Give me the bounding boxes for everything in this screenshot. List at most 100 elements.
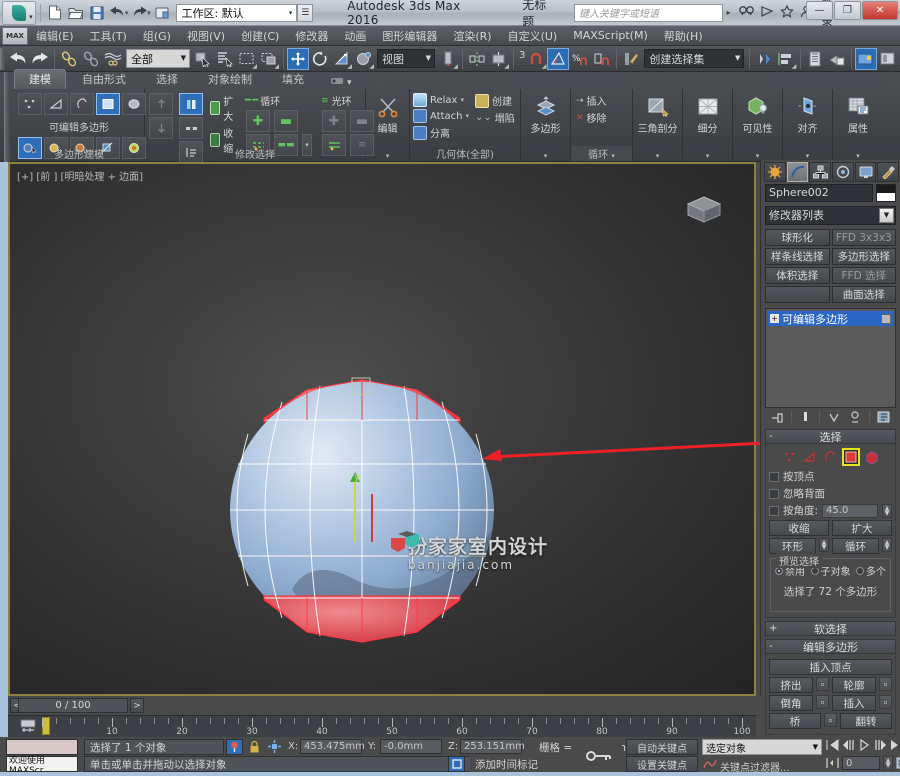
rollout-header-edit-polygons[interactable]: - 编辑多边形 <box>765 639 896 654</box>
subdivision-button[interactable]: 细分 <box>686 92 729 135</box>
select-object-icon[interactable] <box>192 48 214 70</box>
select-and-link-icon[interactable] <box>58 48 80 70</box>
by-angle-checkbox[interactable] <box>769 505 779 516</box>
ignore-backfacing-checkbox[interactable] <box>769 488 779 499</box>
bridge-button[interactable]: 桥 <box>769 713 821 729</box>
grow-loop-up-button[interactable] <box>149 93 173 115</box>
bevel-settings-button[interactable]: ▫ <box>816 695 829 709</box>
menu-item-views[interactable]: 视图(V) <box>179 26 233 46</box>
align-icon[interactable]: ◢ <box>488 48 510 70</box>
flip-button[interactable]: 翻转 <box>840 713 892 729</box>
viewcube-icon[interactable] <box>676 190 732 230</box>
close-button[interactable]: ✕ <box>862 1 898 20</box>
ring-expand-button[interactable]: ✚ <box>322 110 346 132</box>
outline-button[interactable]: 轮廓 <box>832 677 876 693</box>
modifier-ffd-select-button[interactable]: FFD 选择 <box>831 267 896 284</box>
percent-snap-toggle-icon[interactable]: % <box>569 48 591 70</box>
panel-title-loops[interactable]: 循环 ▾ <box>571 146 632 161</box>
current-frame-display[interactable]: 0 / 100 <box>18 698 128 713</box>
window-crossing-toggle-icon[interactable]: ◢ <box>258 48 280 70</box>
z-coord-field[interactable]: 253.151mm <box>460 739 525 754</box>
use-pivot-point-center-icon[interactable]: ◢ <box>437 48 459 70</box>
edit-named-selection-sets-icon[interactable] <box>620 48 642 70</box>
chevron-right-icon[interactable]: ▸ <box>727 8 731 17</box>
configure-modifier-sets-icon[interactable] <box>876 410 891 425</box>
ignore-backfacing-checkbox-row[interactable]: 忽略背面 <box>769 486 892 501</box>
viewport-front[interactable]: [+] [前 ] [明暗处理 + 边面] y 扮家家室内设计 banjiajia… <box>8 162 756 696</box>
properties-button[interactable]: 属性 <box>836 92 880 135</box>
panel-title-subdivision[interactable]: ▾ <box>683 150 732 161</box>
object-name-field[interactable]: Sphere002 <box>765 184 873 202</box>
key-step-icon[interactable] <box>826 757 839 769</box>
remove-loop-button[interactable]: ✕ 移除 <box>576 110 607 126</box>
shrink-button[interactable]: 收缩 <box>769 520 829 536</box>
layer-manager-icon[interactable] <box>804 48 826 70</box>
extrude-button[interactable]: 挤出 <box>769 677 813 693</box>
select-and-rotate-icon[interactable] <box>309 48 331 70</box>
favorites-star-icon[interactable] <box>779 4 794 21</box>
ribbon-tab-populate[interactable]: 填充 <box>268 70 318 89</box>
transform-type-in-icon[interactable] <box>268 740 281 756</box>
named-selection-set-combo[interactable]: 创建选择集 ▼ <box>644 49 745 68</box>
insert-vertex-button[interactable]: 插入顶点 <box>769 659 892 675</box>
maximize-button[interactable]: ❐ <box>834 1 861 20</box>
sub-object-element-icon[interactable] <box>864 449 880 465</box>
new-file-icon[interactable] <box>45 3 66 23</box>
x-coord-field[interactable]: 453.475mm <box>300 739 365 754</box>
modifier-stack[interactable]: + 可编辑多边形 <box>765 308 896 408</box>
align-objects-icon[interactable]: ◢ <box>775 48 797 70</box>
sub-object-polygon-icon[interactable] <box>841 448 860 466</box>
angle-snap-toggle-icon[interactable] <box>547 47 570 70</box>
subobject-polygon-button[interactable] <box>96 93 120 115</box>
grow-loop-down-button[interactable] <box>149 117 173 139</box>
ring-spinner[interactable]: ▲ ▼ <box>819 538 829 552</box>
render-setup-icon[interactable] <box>877 48 899 70</box>
create-button[interactable]: 创建 <box>475 93 515 108</box>
align-button[interactable]: 对齐 <box>786 92 829 135</box>
menu-item-create[interactable]: 创建(C) <box>233 26 287 46</box>
menu-item-group[interactable]: 组(G) <box>135 26 179 46</box>
ribbon-tab-selection[interactable]: 选择 <box>142 70 192 89</box>
add-time-tag-label[interactable]: 添加时间标记 <box>470 756 560 772</box>
snaps-toggle-icon[interactable]: ◢ <box>525 48 547 70</box>
show-end-result-icon[interactable] <box>798 410 813 425</box>
menu-item-graph-editors[interactable]: 图形编辑器 <box>374 26 445 46</box>
inset-button[interactable]: 插入 <box>832 695 876 711</box>
bridge-settings-button[interactable]: ▫ <box>824 713 837 727</box>
grow-selection-button[interactable]: 扩大 <box>210 93 237 123</box>
ribbon-grip[interactable] <box>4 72 10 162</box>
menu-item-modifiers[interactable]: 修改器 <box>287 26 336 46</box>
modifier-ffd3x3x3-button[interactable]: FFD 3x3x3 <box>831 229 896 246</box>
collapse-button[interactable]: ⌄⌄ 塌陷 <box>475 110 515 125</box>
tab-create[interactable] <box>764 162 786 182</box>
bevel-button[interactable]: 倒角 <box>769 695 813 711</box>
track-bar[interactable]: 10 20 30 40 50 60 70 80 90 100 <box>8 715 756 737</box>
select-and-move-icon[interactable] <box>287 47 309 70</box>
insert-loop-button[interactable]: ⇢ 插入 <box>576 93 607 109</box>
by-vertex-checkbox[interactable] <box>769 471 779 482</box>
scene-explorer-icon[interactable] <box>826 48 848 70</box>
panel-title-polygons[interactable]: ▾ <box>521 150 570 161</box>
key-mode-combo[interactable]: 选定对象 ▼ <box>702 739 822 755</box>
inset-settings-button[interactable]: ▫ <box>879 695 892 709</box>
transform-gizmo[interactable] <box>346 464 380 542</box>
modifier-surface-select-button[interactable]: 曲面选择 <box>831 286 896 303</box>
by-vertex-checkbox-row[interactable]: 按顶点 <box>769 469 892 484</box>
set-key-mode-toggle[interactable] <box>576 739 622 772</box>
visibility-button[interactable]: 可见性 <box>736 92 779 135</box>
current-frame-spinner[interactable]: ▲ ▼ <box>883 756 893 770</box>
rectangular-selection-region-icon[interactable]: ◢ <box>236 48 258 70</box>
current-frame-input[interactable]: 0 <box>842 756 880 770</box>
attach-button[interactable]: Attach ▾ <box>413 109 469 123</box>
open-file-icon[interactable] <box>65 3 86 23</box>
modifier-list-dropdown[interactable]: 修改器列表 ▼ <box>765 206 896 225</box>
sub-object-vertex-icon[interactable] <box>782 449 798 465</box>
chevron-down-icon[interactable]: ▾ <box>465 112 469 120</box>
pin-stack-icon[interactable] <box>770 410 785 425</box>
next-frame-icon[interactable] <box>874 739 887 751</box>
tab-utilities[interactable] <box>877 162 900 182</box>
reference-coordinate-combo[interactable]: 视图 ▼ <box>377 49 435 68</box>
grow-button[interactable]: 扩大 <box>832 520 892 536</box>
selection-filter-combo[interactable]: 全部 ▼ <box>126 49 190 68</box>
loop-spinner[interactable]: ▲ ▼ <box>882 538 892 552</box>
